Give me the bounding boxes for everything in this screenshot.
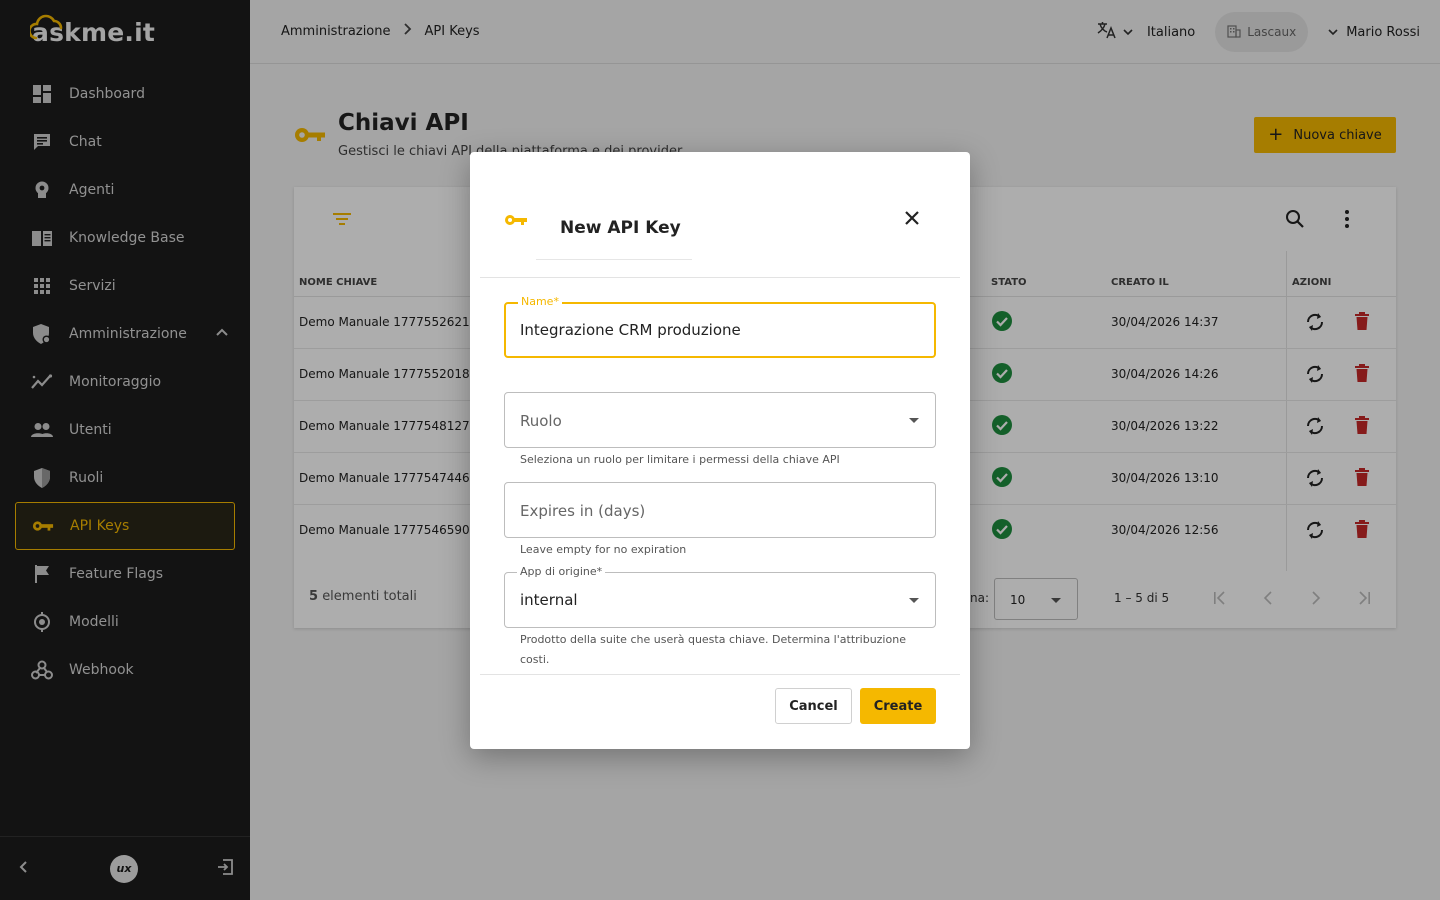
role-select[interactable]: Ruolo [504, 392, 936, 448]
dialog-title: New API Key [560, 218, 681, 238]
caret-down-icon [909, 598, 919, 603]
role-select-placeholder: Ruolo [520, 412, 562, 430]
caret-down-icon [909, 418, 919, 423]
cancel-button[interactable]: Cancel [775, 688, 852, 724]
title-underline [536, 259, 692, 260]
create-button[interactable]: Create [860, 688, 936, 724]
name-field[interactable]: Name* Integrazione CRM produzione [504, 295, 936, 358]
name-field-value: Integrazione CRM produzione [520, 321, 741, 339]
expires-field-placeholder: Expires in (days) [520, 502, 646, 520]
role-hint: Seleziona un ruolo per limitare i permes… [520, 453, 840, 466]
dialog-footer: Cancel Create [480, 674, 960, 749]
app-origin-hint: Prodotto della suite che userà questa ch… [520, 633, 906, 666]
app-origin-select[interactable]: App di origine* internal [504, 565, 936, 628]
expires-hint: Leave empty for no expiration [520, 543, 687, 556]
new-api-key-dialog: New API Key Name* Integrazione CRM produ… [470, 152, 970, 749]
dialog-header: New API Key [480, 152, 960, 278]
key-icon [504, 212, 528, 231]
name-field-label: Name* [518, 295, 562, 308]
close-icon[interactable] [904, 210, 920, 230]
app-origin-label: App di origine* [517, 565, 606, 578]
app-origin-value: internal [520, 591, 578, 609]
expires-field[interactable]: Expires in (days) [504, 482, 936, 538]
